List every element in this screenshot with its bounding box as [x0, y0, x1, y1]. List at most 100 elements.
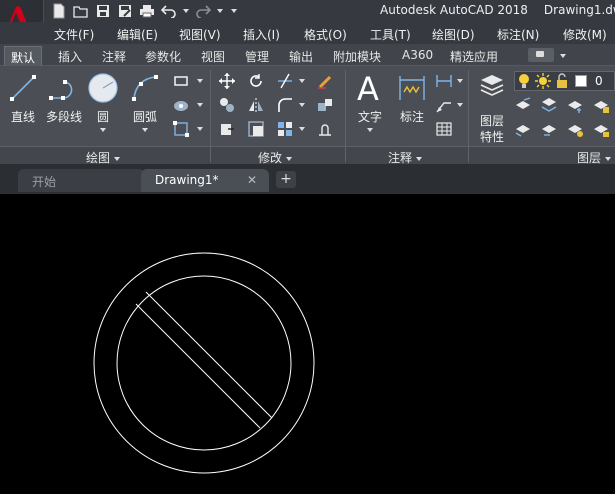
saveas-icon[interactable] — [116, 2, 134, 20]
close-icon[interactable]: ✕ — [247, 173, 257, 187]
text-icon: A — [357, 70, 379, 104]
tab-view[interactable]: 视图 — [201, 48, 225, 65]
menu-draw[interactable]: 绘图(D) — [432, 26, 475, 43]
save-icon[interactable] — [94, 2, 112, 20]
linear-dimension-icon[interactable] — [435, 72, 453, 90]
outer-circle[interactable] — [93, 252, 315, 474]
fillet-icon[interactable] — [276, 96, 294, 114]
menu-insert[interactable]: 插入(I) — [243, 26, 280, 43]
chevron-down-icon[interactable] — [457, 103, 463, 107]
trim-icon[interactable] — [276, 72, 294, 90]
array-icon[interactable] — [276, 120, 294, 138]
layer-lock-icon[interactable] — [592, 96, 610, 114]
diagonal-line-lower[interactable] — [135, 303, 261, 429]
chevron-down-icon[interactable] — [560, 54, 566, 58]
document-tab-bar: 开始 Drawing1* ✕ — [0, 164, 615, 194]
layer-previous-icon[interactable] — [540, 120, 558, 138]
dimension-icon — [399, 76, 425, 100]
tab-start[interactable]: 开始 — [18, 169, 145, 192]
window-title: Autodesk AutoCAD 2018 Drawing1.dwg — [380, 3, 615, 17]
menu-modify[interactable]: 修改(M) — [563, 26, 607, 43]
hatch-icon[interactable] — [172, 96, 190, 114]
tab-insert[interactable]: 插入 — [58, 48, 82, 65]
inner-circle[interactable] — [116, 275, 292, 451]
undo-icon[interactable] — [160, 2, 178, 20]
chevron-down-icon[interactable] — [299, 127, 305, 131]
draw-panel-footer[interactable]: 绘图 — [0, 146, 210, 165]
menu-tools[interactable]: 工具(T) — [370, 26, 411, 43]
svg-text:A: A — [357, 70, 379, 104]
tab-start-label: 开始 — [32, 175, 57, 189]
layer-walk-icon[interactable] — [566, 120, 584, 138]
tab-parametric[interactable]: 参数化 — [145, 48, 181, 65]
chevron-down-icon[interactable] — [299, 103, 305, 107]
polyline-tool-label: 多段线 — [45, 110, 82, 124]
menu-dimension[interactable]: 标注(N) — [497, 26, 539, 43]
current-layer-name: 0 — [595, 74, 603, 88]
line-tool-label: 直线 — [10, 110, 35, 124]
new-icon[interactable] — [50, 2, 68, 20]
chevron-down-icon[interactable] — [100, 128, 106, 132]
tab-manage[interactable]: 管理 — [245, 48, 269, 65]
rotate-icon[interactable] — [247, 72, 265, 90]
chevron-down-icon[interactable] — [142, 128, 148, 132]
scale-icon[interactable] — [247, 120, 265, 138]
layer-freeze-icon[interactable] — [566, 96, 584, 114]
open-icon[interactable] — [72, 2, 90, 20]
layers-panel-footer[interactable]: 图层 — [469, 146, 615, 165]
diagonal-line-upper[interactable] — [145, 291, 273, 419]
tab-a360[interactable]: A360 — [402, 48, 433, 62]
chevron-down-icon[interactable] — [197, 127, 203, 131]
layer-unlock-icon[interactable] — [592, 120, 610, 138]
menu-bar: 文件(F) 编辑(E) 视图(V) 插入(I) 格式(O) 工具(T) 绘图(D… — [0, 22, 615, 44]
line-icon — [10, 75, 36, 101]
layer-off-icon[interactable] — [514, 96, 532, 114]
chevron-down-icon[interactable] — [457, 79, 463, 83]
chevron-down-icon[interactable] — [299, 79, 305, 83]
layer-isolate-icon[interactable] — [540, 96, 558, 114]
tab-drawing1[interactable]: Drawing1* ✕ — [141, 169, 269, 192]
layer-match-icon[interactable] — [514, 120, 532, 138]
tab-output[interactable]: 输出 — [289, 48, 313, 65]
sun-icon — [535, 73, 551, 89]
menu-file[interactable]: 文件(F) — [54, 26, 94, 43]
menu-edit[interactable]: 编辑(E) — [117, 26, 158, 43]
menu-view[interactable]: 视图(V) — [179, 26, 221, 43]
tab-drawing1-label: Drawing1* — [155, 173, 219, 187]
chevron-down-icon[interactable] — [197, 103, 203, 107]
drawing-canvas[interactable] — [0, 194, 615, 494]
move-icon[interactable] — [218, 72, 236, 90]
modify-panel-footer[interactable]: 修改 — [211, 146, 345, 165]
rectangle-icon[interactable] — [172, 72, 190, 90]
plot-icon[interactable] — [138, 2, 156, 20]
tab-home[interactable]: 默认 — [4, 46, 43, 66]
undo-dropdown-icon[interactable] — [182, 2, 190, 20]
annotation-panel-footer[interactable]: 注释 — [346, 146, 468, 165]
layer-properties-label-2: 特性 — [479, 130, 504, 144]
erase-icon[interactable] — [316, 72, 334, 90]
customize-icon[interactable] — [228, 2, 240, 20]
mirror-icon[interactable] — [247, 96, 265, 114]
chevron-down-icon[interactable] — [197, 79, 203, 83]
arc-icon — [132, 75, 158, 101]
new-tab-button[interactable]: + — [276, 171, 296, 188]
copy-icon[interactable] — [218, 96, 236, 114]
tab-annotate[interactable]: 注释 — [102, 48, 126, 65]
redo-dropdown-icon[interactable] — [216, 2, 224, 20]
stretch-icon[interactable] — [218, 120, 236, 138]
layer-dropdown[interactable]: 0 — [514, 71, 615, 91]
redo-icon[interactable] — [194, 2, 212, 20]
lightbulb-icon — [519, 74, 529, 88]
text-tool-label: 文字 — [357, 110, 382, 124]
tab-addins[interactable]: 附加模块 — [333, 48, 381, 65]
table-icon[interactable] — [435, 120, 453, 138]
explode-icon[interactable] — [316, 96, 334, 114]
ribbon-panel-area: 直线 多段线 圆 圆弧 A 文字 标注 图层 特性 0 绘图 修改 注释 图层 — [0, 66, 615, 165]
boundary-icon[interactable] — [172, 120, 190, 138]
chevron-down-icon[interactable] — [367, 128, 373, 132]
ribbon-display-toggle[interactable] — [528, 48, 554, 62]
offset-icon[interactable] — [316, 120, 334, 138]
tab-featured-apps[interactable]: 精选应用 — [450, 48, 498, 65]
menu-format[interactable]: 格式(O) — [304, 26, 347, 43]
leader-icon[interactable] — [435, 96, 453, 114]
